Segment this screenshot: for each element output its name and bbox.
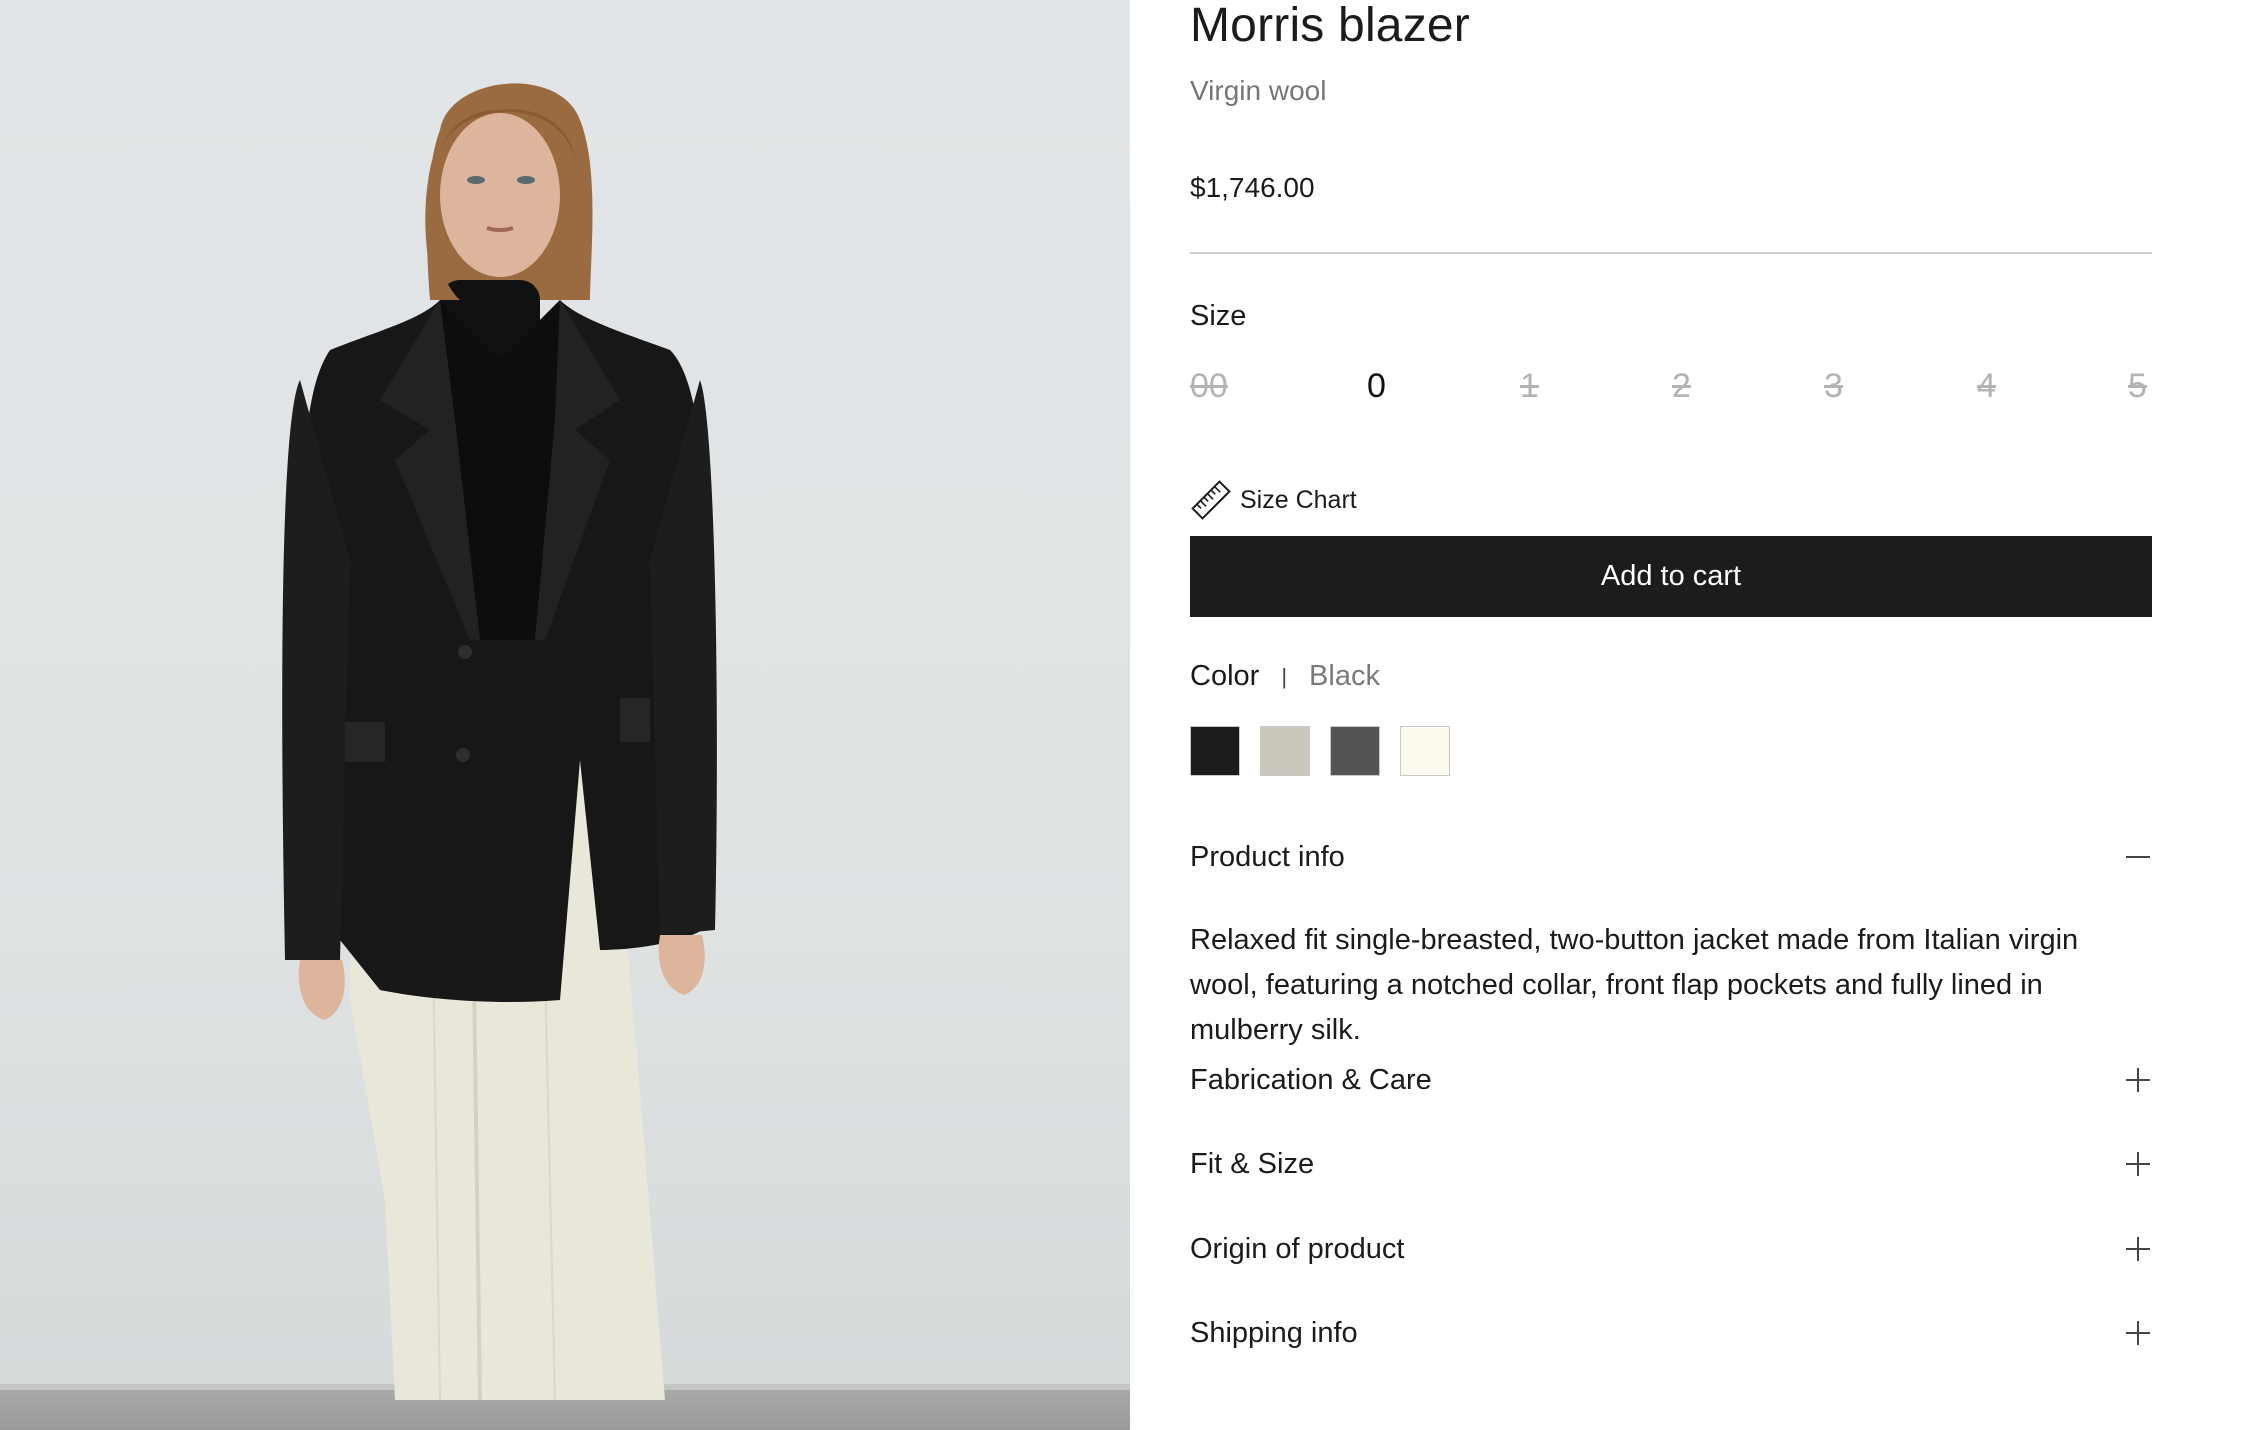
- product-description: Relaxed fit single-breasted, two-button …: [1190, 924, 2079, 1046]
- swatch-charcoal[interactable]: [1330, 726, 1380, 776]
- color-swatches: [1190, 726, 1470, 776]
- selected-color: Black: [1309, 660, 1380, 692]
- product-page: Morris blazer Virgin wool $1,746.00 Size…: [0, 0, 2250, 1430]
- accordion-title: Origin of product: [1190, 1232, 1405, 1265]
- swatch-black[interactable]: [1190, 726, 1240, 776]
- accordion-title: Fit & Size: [1190, 1147, 1315, 1180]
- color-label: Color: [1190, 660, 1260, 692]
- size-option-00[interactable]: 00: [1190, 366, 1228, 406]
- product-image: [0, 0, 1130, 1430]
- accordion-product-info[interactable]: Product info: [1190, 835, 2152, 879]
- accordion-origin[interactable]: Origin of product: [1190, 1227, 2152, 1271]
- product-subtitle: Virgin wool: [1190, 75, 1327, 106]
- divider: [1190, 252, 2152, 254]
- add-to-cart-button[interactable]: Add to cart: [1190, 536, 2152, 617]
- swatch-ivory[interactable]: [1400, 726, 1450, 776]
- minus-icon: [2126, 845, 2150, 869]
- plus-icon: [2126, 1237, 2150, 1261]
- size-option-5[interactable]: 5: [2128, 366, 2147, 406]
- accordion-fit-size[interactable]: Fit & Size: [1190, 1142, 2152, 1186]
- product-price: $1,746.00: [1190, 172, 1315, 203]
- size-chart-label: Size Chart: [1240, 485, 1357, 514]
- ruler-icon: [1191, 480, 1231, 520]
- size-option-3[interactable]: 3: [1824, 366, 1843, 406]
- size-option-4[interactable]: 4: [1977, 366, 1996, 406]
- accordion-title: Product info: [1190, 840, 1345, 873]
- product-title: Morris blazer: [1190, 0, 1470, 52]
- color-separator: |: [1281, 663, 1288, 689]
- color-row: Color | Black: [1190, 660, 1380, 693]
- plus-icon: [2126, 1152, 2150, 1176]
- plus-icon: [2126, 1068, 2150, 1092]
- accordion-fabrication-care[interactable]: Fabrication & Care: [1190, 1058, 2152, 1102]
- model-illustration: [282, 83, 717, 1401]
- size-selector: 00 0 1 2 3 4 5: [1190, 366, 2152, 410]
- size-label: Size: [1190, 300, 1247, 332]
- accordion-title: Fabrication & Care: [1190, 1063, 1432, 1096]
- accordion-title: Shipping info: [1190, 1316, 1358, 1349]
- size-chart-link[interactable]: Size Chart: [1190, 480, 1357, 520]
- accordion-shipping[interactable]: Shipping info: [1190, 1311, 2152, 1355]
- swatch-stone[interactable]: [1260, 726, 1310, 776]
- plus-icon: [2126, 1321, 2150, 1345]
- size-option-2[interactable]: 2: [1672, 366, 1691, 406]
- size-option-0[interactable]: 0: [1367, 366, 1386, 406]
- size-option-1[interactable]: 1: [1520, 366, 1539, 406]
